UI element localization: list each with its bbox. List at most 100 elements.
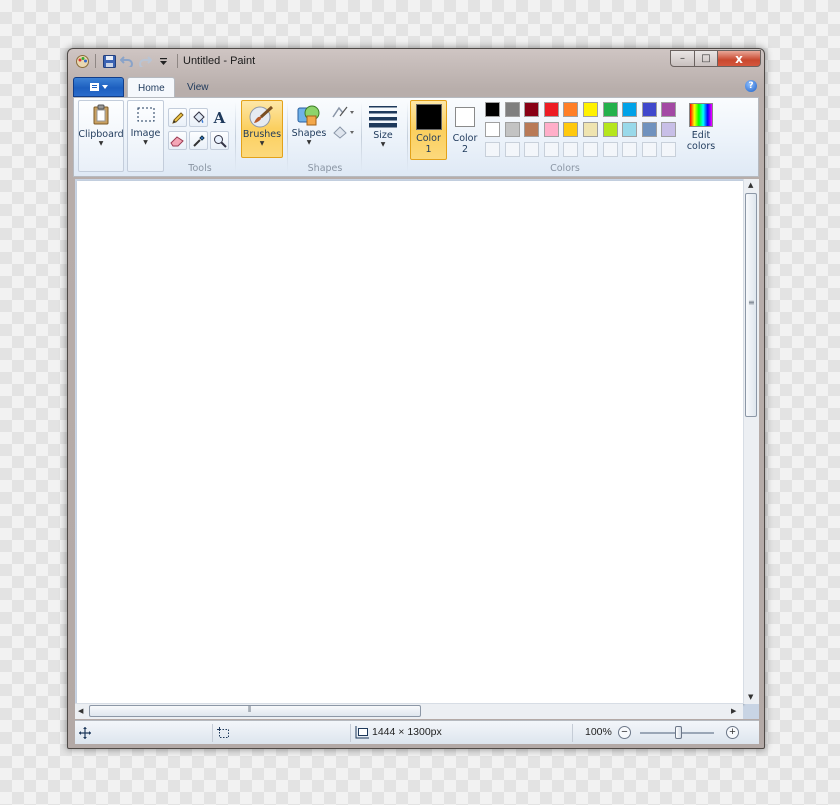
canvas-area: ▲ ≡ ▼ ◀ ⦀ ▶ bbox=[75, 179, 759, 719]
pencil-button[interactable] bbox=[168, 108, 187, 127]
palette-swatch[interactable] bbox=[504, 102, 520, 117]
palette-swatch[interactable] bbox=[641, 102, 657, 117]
clipboard-button[interactable]: Clipboard ▼ bbox=[78, 100, 124, 172]
shapes-group: Shapes ▼ Shapes bbox=[290, 98, 360, 176]
zoom-out-button[interactable]: − bbox=[618, 726, 631, 739]
window-title: Untitled - Paint bbox=[183, 55, 256, 67]
palette-custom-swatch[interactable] bbox=[504, 142, 520, 157]
palette-swatch[interactable] bbox=[524, 102, 540, 117]
status-divider bbox=[350, 724, 351, 742]
save-icon[interactable] bbox=[101, 53, 117, 69]
palette-swatch[interactable] bbox=[583, 122, 598, 137]
pencil-icon bbox=[171, 111, 184, 124]
palette-swatch[interactable] bbox=[485, 102, 500, 117]
outline-button[interactable] bbox=[330, 102, 356, 121]
palette-custom-swatch[interactable] bbox=[641, 142, 657, 157]
horizontal-scroll-thumb[interactable]: ⦀ bbox=[89, 705, 421, 717]
eyedropper-icon bbox=[192, 134, 205, 147]
shapes-icon bbox=[297, 105, 320, 126]
color2-swatch bbox=[455, 107, 475, 127]
palette-custom-swatch[interactable] bbox=[583, 142, 598, 157]
minus-icon: − bbox=[621, 726, 628, 738]
color-palette bbox=[485, 102, 685, 158]
scroll-up-icon[interactable]: ▲ bbox=[748, 181, 753, 189]
palette-swatch[interactable] bbox=[504, 122, 520, 137]
vertical-scrollbar[interactable]: ▲ ≡ ▼ bbox=[743, 179, 759, 704]
redo-icon[interactable] bbox=[137, 53, 153, 69]
undo-icon[interactable] bbox=[119, 53, 135, 69]
magnifier-button[interactable] bbox=[210, 131, 229, 150]
ribbon-separator bbox=[235, 102, 236, 172]
palette-swatch[interactable] bbox=[602, 122, 618, 137]
colors-group: Color 1 Color 2 Edit colors Colors bbox=[410, 98, 720, 176]
palette-swatch[interactable] bbox=[485, 122, 500, 137]
scroll-right-icon[interactable]: ▶ bbox=[731, 707, 736, 715]
maximize-button[interactable]: □ bbox=[694, 50, 718, 67]
image-button[interactable]: Image ▼ bbox=[127, 100, 164, 172]
palette-custom-swatch[interactable] bbox=[602, 142, 618, 157]
minimize-button[interactable]: – bbox=[670, 50, 695, 67]
clipboard-dropdown-icon: ▼ bbox=[98, 140, 104, 147]
help-icon[interactable]: ? bbox=[745, 80, 757, 92]
title-bar[interactable]: Untitled - Paint – □ x bbox=[68, 49, 764, 75]
qat-separator bbox=[95, 54, 96, 68]
selection-size-icon bbox=[217, 727, 229, 738]
eraser-button[interactable] bbox=[168, 131, 187, 150]
color2-button[interactable]: Color 2 bbox=[450, 100, 480, 160]
paint-menu-button[interactable] bbox=[73, 77, 124, 97]
shapes-dropdown-icon: ▼ bbox=[306, 139, 312, 146]
fill-shape-button[interactable] bbox=[330, 122, 356, 141]
palette-custom-swatch[interactable] bbox=[563, 142, 579, 157]
color1-label: Color bbox=[416, 133, 441, 144]
vertical-scroll-thumb[interactable]: ≡ bbox=[745, 193, 757, 417]
palette-swatch[interactable] bbox=[583, 102, 598, 117]
palette-custom-swatch[interactable] bbox=[485, 142, 500, 157]
zoom-slider-thumb[interactable] bbox=[675, 726, 682, 739]
horizontal-scrollbar[interactable]: ◀ ⦀ ▶ bbox=[75, 703, 743, 719]
shapes-group-label: Shapes bbox=[307, 163, 343, 174]
tab-view[interactable]: View bbox=[177, 77, 225, 98]
outline-icon bbox=[332, 106, 354, 117]
palette-swatch[interactable] bbox=[543, 102, 559, 117]
grip-icon: ≡ bbox=[748, 298, 755, 307]
size-button[interactable]: Size ▼ bbox=[364, 100, 402, 158]
palette-swatch[interactable] bbox=[563, 102, 579, 117]
minimize-icon: – bbox=[680, 53, 685, 64]
palette-custom-swatch[interactable] bbox=[543, 142, 559, 157]
eraser-icon bbox=[170, 135, 184, 146]
palette-swatch[interactable] bbox=[563, 122, 579, 137]
close-button[interactable]: x bbox=[717, 50, 761, 67]
scroll-down-icon[interactable]: ▼ bbox=[748, 693, 753, 701]
zoom-in-button[interactable]: + bbox=[726, 726, 739, 739]
tab-home[interactable]: Home bbox=[127, 77, 175, 98]
customize-qat-icon[interactable] bbox=[155, 53, 171, 69]
palette-custom-swatch[interactable] bbox=[524, 142, 540, 157]
text-button[interactable]: A bbox=[210, 108, 229, 127]
colors-group-label: Colors bbox=[550, 163, 580, 174]
color1-button[interactable]: Color 1 bbox=[410, 100, 447, 160]
palette-swatch[interactable] bbox=[524, 122, 540, 137]
shapes-button[interactable]: Shapes ▼ bbox=[290, 100, 328, 158]
scroll-left-icon[interactable]: ◀ bbox=[78, 707, 83, 715]
ribbon-separator bbox=[287, 102, 288, 172]
fill-button[interactable] bbox=[189, 108, 208, 127]
size-group: Size ▼ bbox=[364, 98, 404, 176]
drawing-canvas[interactable] bbox=[77, 181, 743, 704]
palette-swatch[interactable] bbox=[622, 122, 638, 137]
palette-swatch[interactable] bbox=[641, 122, 657, 137]
canvas-size-text: 1444 × 1300px bbox=[372, 726, 442, 738]
palette-swatch[interactable] bbox=[661, 122, 677, 137]
paint-app-icon[interactable] bbox=[74, 53, 90, 69]
palette-swatch[interactable] bbox=[543, 122, 559, 137]
palette-custom-swatch[interactable] bbox=[661, 142, 677, 157]
image-group: Image ▼ bbox=[127, 98, 165, 176]
edit-colors-button[interactable]: Edit colors bbox=[683, 100, 719, 160]
ribbon-separator bbox=[407, 102, 408, 172]
palette-custom-swatch[interactable] bbox=[622, 142, 638, 157]
edit-colors-label-2: colors bbox=[686, 141, 716, 152]
palette-swatch[interactable] bbox=[661, 102, 677, 117]
palette-swatch[interactable] bbox=[602, 102, 618, 117]
color-picker-button[interactable] bbox=[189, 131, 208, 150]
brushes-button[interactable]: Brushes ▼ bbox=[241, 100, 283, 158]
palette-swatch[interactable] bbox=[622, 102, 638, 117]
